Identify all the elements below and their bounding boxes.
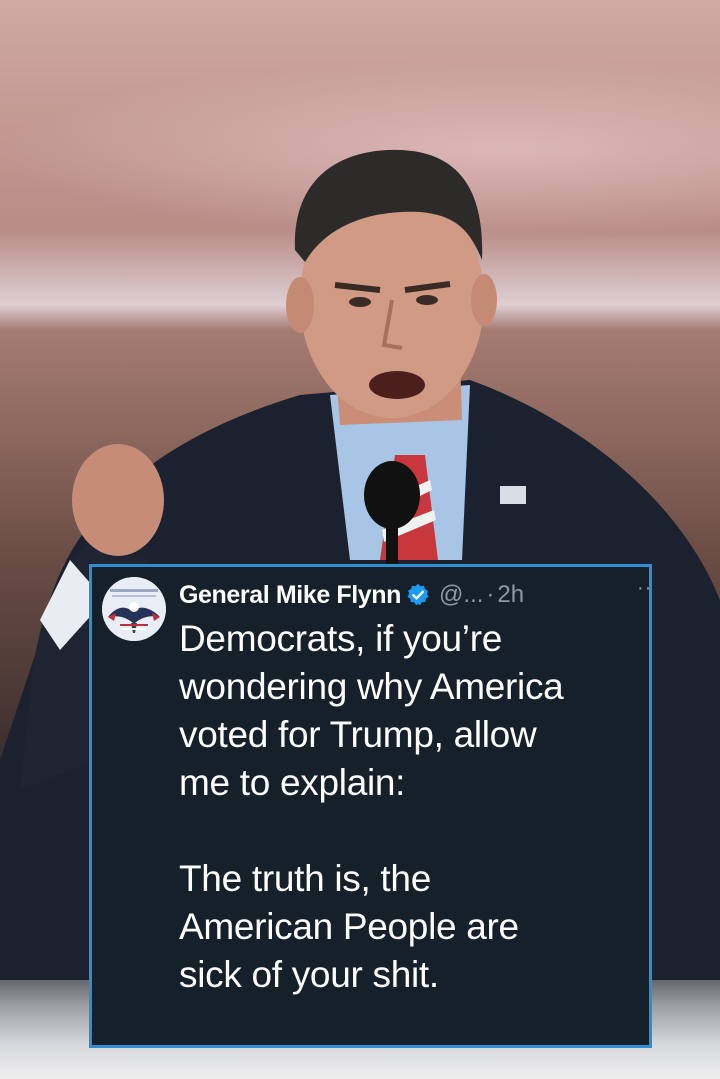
tweet-line: me to explain:	[179, 762, 406, 803]
tweet-text: Democrats, if you’re wondering why Ameri…	[179, 615, 649, 999]
tweet-line: voted for Trump, allow	[179, 714, 537, 755]
avatar[interactable]	[102, 577, 166, 641]
tweet-line: American People are	[179, 906, 519, 947]
tweet-line: Democrats, if you’re	[179, 618, 502, 659]
tweet-line: sick of your shit.	[179, 954, 439, 995]
eagle-flag-avatar-icon	[102, 577, 166, 641]
meta-separator: ·	[486, 581, 495, 608]
tweet-header: General Mike Flynn @... · 2h	[179, 577, 524, 613]
tweet-line: wondering why America	[179, 666, 564, 707]
tweet-line: The truth is, the	[179, 858, 431, 899]
author-handle[interactable]: @...	[439, 581, 483, 609]
timestamp[interactable]: 2h	[497, 581, 524, 609]
more-options-icon[interactable]: ··	[637, 577, 652, 600]
tweet-card[interactable]: General Mike Flynn @... · 2h ·· Democrat…	[89, 564, 652, 1048]
author-name[interactable]: General Mike Flynn	[179, 581, 401, 610]
verified-check-icon	[406, 583, 430, 607]
